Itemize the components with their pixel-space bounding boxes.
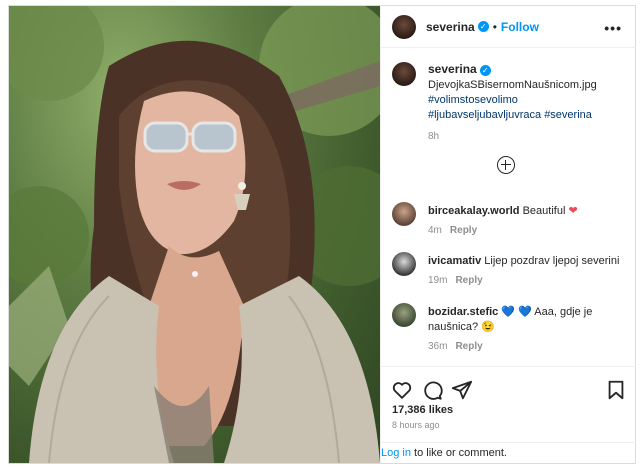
reply-button[interactable]: Reply xyxy=(455,275,482,286)
share-icon[interactable] xyxy=(451,379,473,401)
comment-time: 36m xyxy=(428,341,448,352)
caption-time: 8h xyxy=(428,131,440,142)
avatar[interactable] xyxy=(392,202,416,226)
blue-heart-emoji: 💙 💙 xyxy=(501,306,532,318)
heart-icon[interactable] xyxy=(391,379,413,401)
login-prompt-text: to like or comment. xyxy=(410,447,507,459)
caption-body: severina ✓ DjevojkaSBisernomNaušnicom.jpg… xyxy=(428,62,628,144)
verified-icon: ✓ xyxy=(479,64,491,76)
post-time: 8 hours ago xyxy=(392,420,440,430)
avatar[interactable] xyxy=(392,62,416,86)
comment-meta: 19m Reply xyxy=(428,273,628,288)
comment-body: ivicamativ Lijep pozdrav ljepoj severini… xyxy=(428,254,628,288)
hashtag-link[interactable]: #severina xyxy=(544,109,592,121)
reply-button[interactable]: Reply xyxy=(450,225,477,236)
likes-count[interactable]: 17,386 likes xyxy=(392,404,453,416)
follow-button[interactable]: Follow xyxy=(501,20,539,34)
comment-time: 4m xyxy=(428,225,442,236)
hashtag-link[interactable]: #volimstosevolimo xyxy=(428,93,628,108)
comment-meta: 4m Reply xyxy=(428,223,628,238)
verified-icon: ✓ xyxy=(477,20,489,32)
post-header: severina ✓ • Follow ••• xyxy=(381,6,636,48)
comment-body: birceakalay.world Beautiful ❤ 4m Reply xyxy=(428,204,628,238)
photo-illustration xyxy=(9,6,380,463)
comment-username[interactable]: birceakalay.world xyxy=(428,205,520,217)
heart-emoji: ❤ xyxy=(568,205,578,217)
header-user: severina ✓ xyxy=(426,18,489,36)
login-link[interactable]: Log in xyxy=(381,447,411,459)
reply-button[interactable]: Reply xyxy=(455,341,482,352)
bookmark-icon[interactable] xyxy=(605,379,627,401)
post-frame: severina ✓ • Follow ••• severina ✓ Djevojk… xyxy=(8,5,636,464)
post-sidebar: severina ✓ • Follow ••• severina ✓ Djevojk… xyxy=(380,6,636,463)
more-options-icon[interactable]: ••• xyxy=(604,20,622,36)
post-photo[interactable] xyxy=(9,6,380,463)
comment-icon[interactable] xyxy=(421,379,443,401)
comment-meta: 36m Reply xyxy=(428,339,628,354)
comment-time: 19m xyxy=(428,275,448,286)
caption-username[interactable]: severina xyxy=(428,62,477,76)
comment-username[interactable]: bozidar.stefic xyxy=(428,306,498,318)
caption-text: DjevojkaSBisernomNaušnicom.jpg xyxy=(428,79,597,91)
avatar[interactable] xyxy=(392,303,416,327)
separator-dot: • xyxy=(492,19,497,34)
avatar[interactable] xyxy=(392,14,416,39)
hashtag-link[interactable]: #ljubavseljubavljuvraca xyxy=(428,109,541,121)
comment-text: Beautiful xyxy=(522,205,566,217)
comment-text: Lijep pozdrav ljepoj severini xyxy=(484,255,620,267)
header-username[interactable]: severina xyxy=(426,20,475,34)
avatar[interactable] xyxy=(392,252,416,276)
comment-username[interactable]: ivicamativ xyxy=(428,255,481,267)
comment-body: bozidar.stefic 💙 💙 Aaa, gdje je naušnica… xyxy=(428,305,628,354)
login-prompt: Log in to like or comment. xyxy=(381,442,636,463)
load-more-comments-icon[interactable] xyxy=(497,156,515,174)
